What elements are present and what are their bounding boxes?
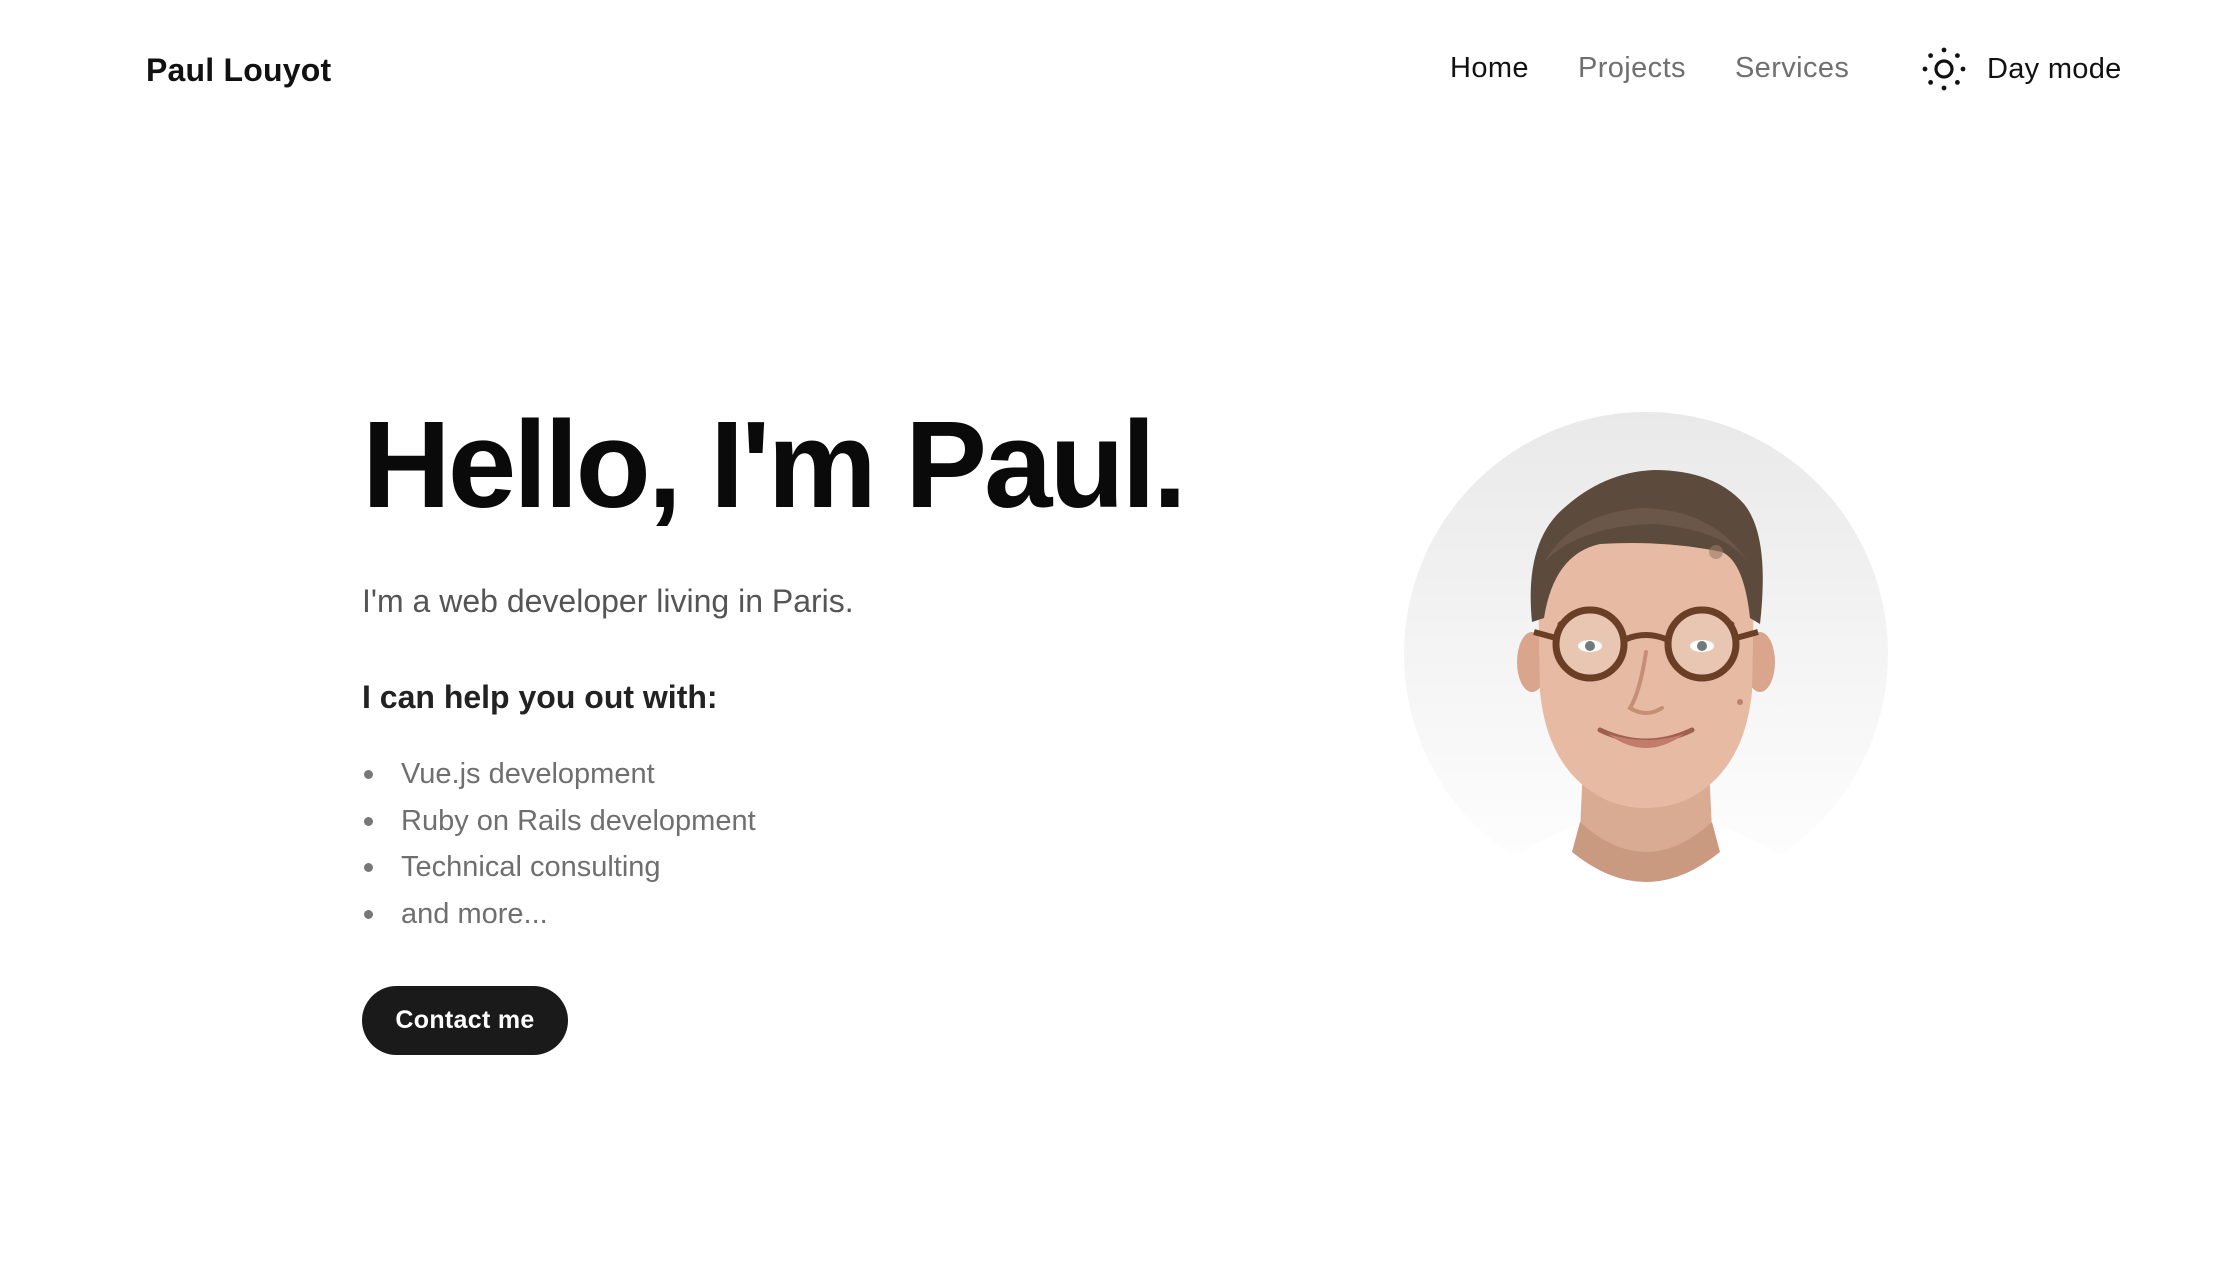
service-label: Vue.js development: [401, 758, 655, 790]
service-label: Ruby on Rails development: [401, 804, 756, 837]
site-header: Paul Louyot Home Projects Services Day m…: [0, 0, 2226, 150]
nav-projects-link[interactable]: Projects: [1578, 52, 1686, 85]
list-item: and more...: [362, 895, 756, 942]
day-mode-label: Day mode: [1987, 52, 2122, 85]
nav-services-link[interactable]: Services: [1735, 52, 1849, 85]
hero-subtitle: I'm a web developer living in Paris.: [362, 583, 854, 619]
bullet-icon: [364, 909, 373, 919]
hero-title: Hello, I'm Paul.: [362, 397, 1187, 534]
services-heading: I can help you out with:: [362, 679, 718, 715]
service-label: and more...: [401, 897, 548, 930]
sun-icon: [1922, 47, 1966, 91]
services-list: Vue.js development Ruby on Rails develop…: [362, 755, 756, 941]
day-mode-toggle[interactable]: Day mode: [1920, 45, 2122, 93]
bullet-icon: [364, 770, 373, 779]
profile-photo: [1404, 412, 1888, 896]
contact-me-button[interactable]: Contact me: [362, 986, 568, 1055]
main-nav: Home Projects Services: [1450, 52, 1898, 85]
brand-logo-link[interactable]: Paul Louyot: [146, 52, 331, 89]
list-item: Technical consulting: [362, 848, 756, 895]
nav-home-link[interactable]: Home: [1450, 52, 1529, 85]
portrait-illustration: [1464, 470, 1834, 896]
service-label: Technical consulting: [401, 851, 661, 883]
page: Paul Louyot Home Projects Services Day m…: [0, 0, 2226, 1268]
list-item: Ruby on Rails development: [362, 802, 756, 849]
list-item: Vue.js development: [362, 755, 756, 802]
bullet-icon: [364, 863, 373, 872]
bullet-icon: [364, 816, 373, 826]
